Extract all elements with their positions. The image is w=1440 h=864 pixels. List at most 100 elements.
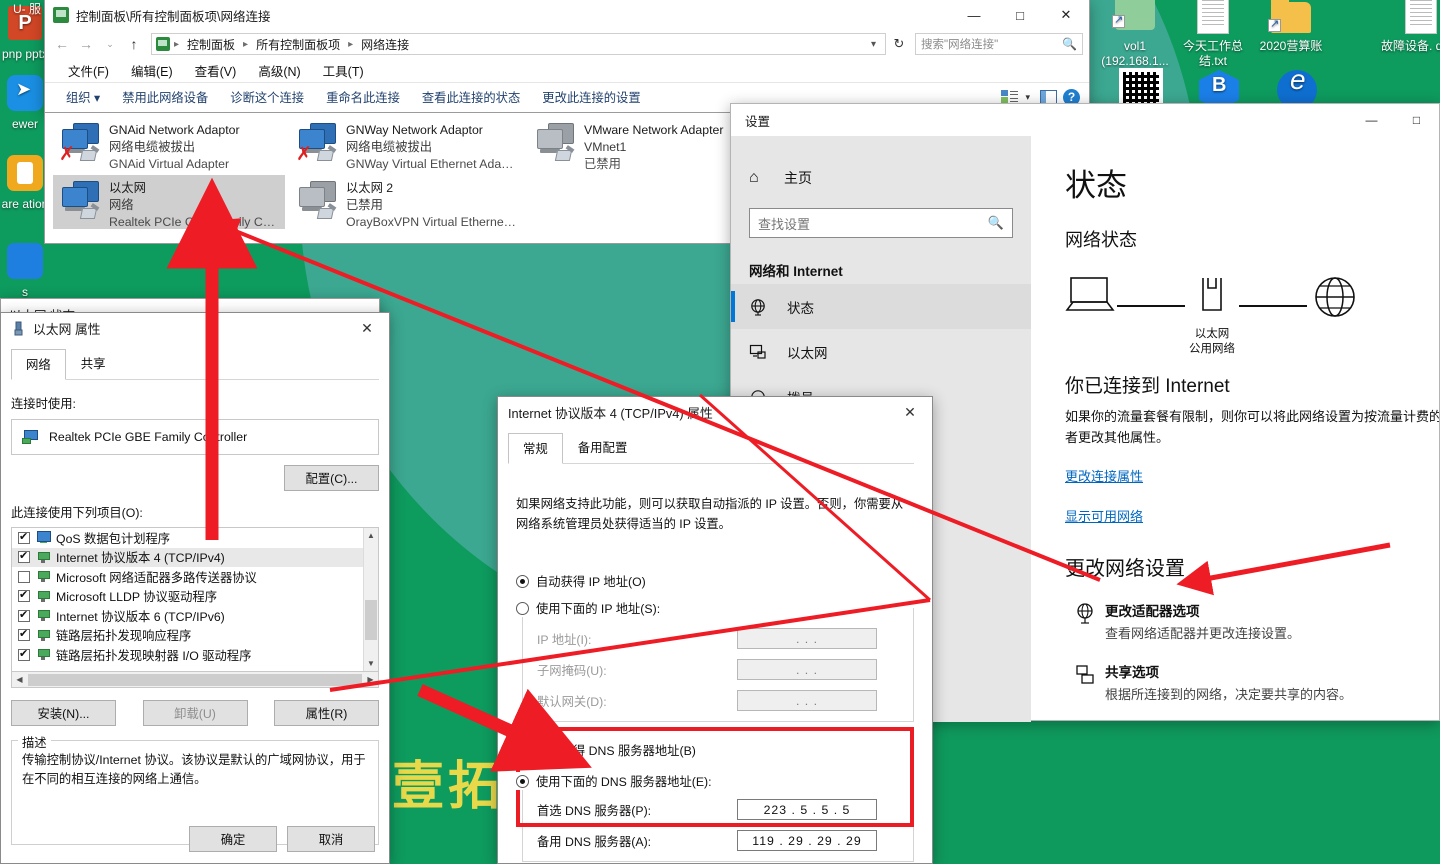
checkbox[interactable]: [18, 588, 30, 603]
checkbox[interactable]: [18, 549, 30, 564]
scrollbar-thumb[interactable]: [28, 673, 362, 686]
menu-advanced[interactable]: 高级(N): [247, 61, 311, 80]
scroll-right-icon[interactable]: ▶: [363, 675, 378, 684]
close-button[interactable]: ✕: [345, 313, 389, 344]
default-gateway-input[interactable]: . . .: [737, 690, 877, 711]
menu-tools[interactable]: 工具(T): [312, 61, 375, 80]
list-item[interactable]: Internet 协议版本 6 (TCP/IPv6): [12, 606, 378, 626]
list-item[interactable]: Internet 协议版本 4 (TCP/IPv4): [12, 547, 378, 567]
adapter-item-gnway[interactable]: ✗ GNWay Network Adaptor 网络电缆被拔出 GNWay Vi…: [290, 117, 522, 171]
adapter-item-ethernet[interactable]: 以太网 网络 Realtek PCIe GBE Family Contr...: [53, 175, 285, 229]
command-view-status[interactable]: 查看此连接的状态: [411, 88, 531, 106]
alternate-dns-input[interactable]: 119 . 29 . 29 . 29: [737, 830, 877, 851]
subnet-mask-input[interactable]: . . .: [737, 659, 877, 680]
radio-ip-automatic[interactable]: 自动获得 IP 地址(O): [516, 572, 914, 590]
command-rename[interactable]: 重命名此连接: [315, 88, 411, 106]
settings-title-text: 设置: [745, 114, 771, 129]
search-input[interactable]: 搜索"网络连接" 🔍: [915, 33, 1083, 55]
breadcrumb-control-panel[interactable]: 控制面板: [183, 36, 239, 53]
diagram-link-right: [1239, 305, 1307, 307]
radio-button[interactable]: [516, 743, 529, 757]
breadcrumb-network-connections[interactable]: 网络连接: [357, 36, 413, 53]
ip-address-input[interactable]: . . .: [737, 628, 877, 649]
checkbox[interactable]: [18, 570, 30, 583]
menu-view[interactable]: 查看(V): [184, 61, 248, 80]
address-dropdown-icon[interactable]: ▾: [866, 39, 881, 50]
sidebar-item-ethernet[interactable]: 以太网: [731, 329, 1031, 374]
adapter-item-gnaid[interactable]: ✗ GNAid Network Adaptor 网络电缆被拔出 GNAid Vi…: [53, 117, 285, 171]
radio-button[interactable]: [516, 774, 529, 788]
checkbox[interactable]: [18, 647, 30, 661]
cancel-button[interactable]: 取消: [287, 826, 375, 852]
protocol-items-listbox[interactable]: QoS 数据包计划程序 Internet 协议版本 4 (TCP/IPv4) M…: [11, 527, 379, 672]
menu-file[interactable]: 文件(F): [57, 61, 120, 80]
command-diagnose[interactable]: 诊断这个连接: [219, 88, 315, 106]
configure-button[interactable]: 配置(C)...: [284, 465, 379, 491]
vertical-scrollbar[interactable]: ▲ ▼: [363, 528, 378, 671]
checkbox[interactable]: [18, 608, 30, 622]
sidebar-item-home[interactable]: ⌂ 主页: [731, 158, 1031, 198]
option-sharing-options[interactable]: 共享选项 根据所连接到的网络，决定要共享的内容。: [1065, 661, 1439, 703]
horizontal-scrollbar[interactable]: ◀ ▶: [11, 672, 379, 688]
adapter-device: Realtek PCIe GBE Family Contr...: [109, 215, 279, 229]
forward-button[interactable]: →: [75, 33, 97, 55]
maximize-button[interactable]: □: [1394, 104, 1439, 136]
close-button[interactable]: ✕: [888, 397, 932, 428]
adapter-item-vmware-vmnet1[interactable]: VMware Network Adapter VMnet1 已禁用: [528, 117, 760, 171]
minimize-button[interactable]: —: [1349, 104, 1394, 136]
radio-dns-manual[interactable]: 使用下面的 DNS 服务器地址(E):: [516, 772, 756, 790]
tab-general[interactable]: 常规: [508, 433, 563, 464]
desktop-icon-2020-folder[interactable]: 2020营算账: [1248, 0, 1334, 54]
checkbox[interactable]: [18, 530, 30, 544]
install-button[interactable]: 安装(N)...: [11, 700, 116, 726]
scroll-left-icon[interactable]: ◀: [12, 675, 27, 684]
command-disable-device[interactable]: 禁用此网络设备: [111, 88, 219, 106]
ok-button[interactable]: 确定: [189, 826, 277, 852]
desktop-icon-u-service[interactable]: U- 服: [6, 2, 48, 17]
list-item[interactable]: QoS 数据包计划程序: [12, 528, 378, 548]
close-button[interactable]: ✕: [1043, 0, 1089, 30]
preferred-dns-input[interactable]: 223 . 5 . 5 . 5: [737, 799, 877, 820]
radio-ip-manual[interactable]: 使用下面的 IP 地址(S):: [516, 599, 726, 617]
settings-search-input[interactable]: 查找设置 🔍: [749, 208, 1013, 238]
tab-alternate-config[interactable]: 备用配置: [563, 432, 643, 463]
recent-locations-button[interactable]: ⌄: [99, 33, 121, 55]
properties-button[interactable]: 属性(R): [274, 700, 379, 726]
field-label: 首选 DNS 服务器(P):: [537, 803, 652, 818]
back-button[interactable]: ←: [51, 33, 73, 55]
tab-network[interactable]: 网络: [11, 349, 66, 380]
command-change-settings[interactable]: 更改此连接的设置: [531, 88, 651, 106]
tab-sharing[interactable]: 共享: [66, 348, 121, 379]
link-show-available-networks[interactable]: 显示可用网络: [1065, 506, 1143, 525]
option-change-adapter-options[interactable]: 更改适配器选项 查看网络适配器并更改连接设置。: [1065, 600, 1439, 642]
list-item[interactable]: Microsoft LLDP 协议驱动程序: [12, 587, 378, 607]
desktop-icon-fault-device-docx[interactable]: 故障设备. docx: [1378, 0, 1440, 54]
desktop-icon-blue-app[interactable]: s: [0, 240, 68, 300]
command-organize[interactable]: 组织 ▾: [55, 88, 111, 106]
list-item[interactable]: Microsoft 网络适配器多路传送器协议: [12, 567, 378, 587]
checkbox[interactable]: [18, 627, 30, 642]
settings-title-bar: 设置 — □: [731, 104, 1439, 136]
menu-edit[interactable]: 编辑(E): [120, 61, 184, 80]
minimize-button[interactable]: —: [951, 0, 997, 30]
network-connections-window: 控制面板\所有控制面板项\网络连接 — □ ✕ ← → ⌄ ↑ ▸ 控制面板 ▸…: [44, 0, 1090, 113]
scrollbar-thumb[interactable]: [365, 600, 377, 640]
field-label: 子网掩码(U):: [537, 663, 607, 678]
scroll-up-icon[interactable]: ▲: [364, 528, 378, 543]
sidebar-item-status[interactable]: 状态: [731, 284, 1031, 329]
link-change-connection-properties[interactable]: 更改连接属性: [1065, 466, 1143, 485]
scroll-down-icon[interactable]: ▼: [364, 656, 378, 671]
breadcrumb-all-items[interactable]: 所有控制面板项: [252, 36, 344, 53]
desktop-icon-today-work-txt[interactable]: 今天工作总 结.txt: [1170, 0, 1256, 69]
refresh-button[interactable]: ↻: [888, 33, 910, 55]
radio-button[interactable]: [516, 601, 529, 615]
address-bar[interactable]: ▸ 控制面板 ▸ 所有控制面板项 ▸ 网络连接 ▾: [151, 33, 886, 55]
up-button[interactable]: ↑: [123, 33, 145, 55]
desktop-icon-vol1[interactable]: vol1 (192.168.1...: [1092, 0, 1178, 69]
maximize-button[interactable]: □: [997, 0, 1043, 30]
list-item[interactable]: 链路层拓扑发现响应程序: [12, 626, 378, 646]
radio-dns-automatic[interactable]: 自动获得 DNS 服务器地址(B): [516, 741, 914, 759]
adapter-item-ethernet-2[interactable]: 以太网 2 已禁用 OrayBoxVPN Virtual Ethernet ..…: [290, 175, 522, 229]
radio-button[interactable]: [516, 574, 529, 588]
list-item[interactable]: 链路层拓扑发现映射器 I/O 驱动程序: [12, 645, 378, 665]
